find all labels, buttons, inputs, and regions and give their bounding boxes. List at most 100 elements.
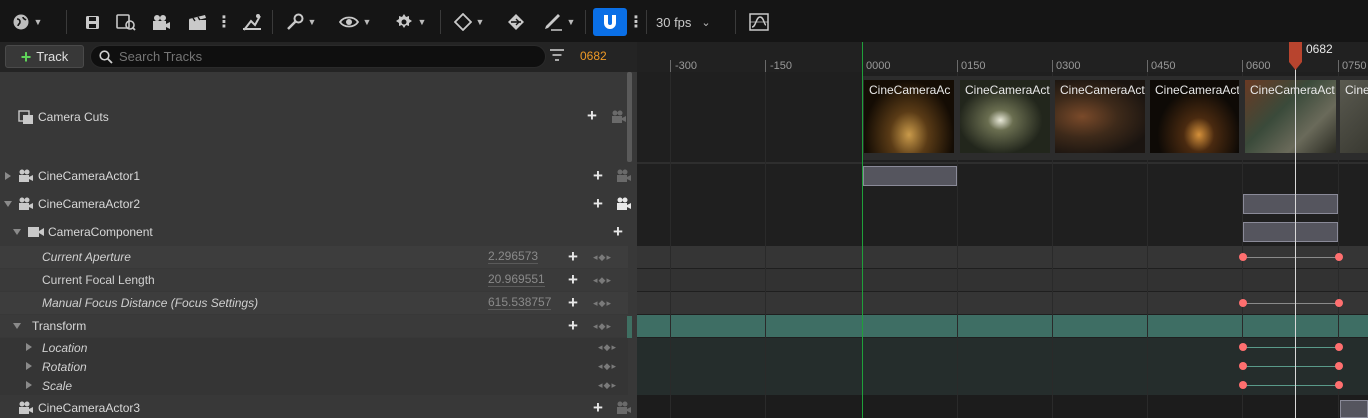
filter-icon[interactable] bbox=[549, 48, 565, 65]
camera-cut-clip[interactable]: CineCameraAc bbox=[864, 80, 954, 153]
focus-label: Manual Focus Distance (Focus Settings) bbox=[42, 296, 259, 310]
collapse-icon[interactable] bbox=[4, 201, 12, 207]
add-actor2-track-button[interactable]: + bbox=[593, 195, 603, 212]
eye-icon[interactable]: ▼ bbox=[337, 9, 373, 35]
key-nav-icon[interactable]: ◂◆▸ bbox=[593, 298, 612, 309]
rotation-row[interactable]: Rotation ◂◆▸ bbox=[0, 357, 628, 376]
wrench-icon[interactable]: ▼ bbox=[283, 9, 319, 35]
add-key-button[interactable]: + bbox=[568, 271, 578, 288]
fps-dropdown[interactable]: 30 fps ⌄ bbox=[656, 9, 718, 35]
keyframe[interactable] bbox=[1335, 362, 1343, 370]
camera-lock-icon[interactable] bbox=[616, 401, 632, 415]
playback-start-marker[interactable] bbox=[862, 42, 863, 418]
search-input[interactable] bbox=[119, 49, 519, 64]
scale-row[interactable]: Scale ◂◆▸ bbox=[0, 376, 628, 395]
actor1-row[interactable]: CineCameraActor1 + bbox=[0, 164, 631, 188]
add-cut-button[interactable]: + bbox=[587, 107, 597, 124]
add-key-button[interactable]: + bbox=[568, 248, 578, 265]
collapse-icon[interactable] bbox=[13, 323, 21, 329]
expand-icon[interactable] bbox=[26, 381, 32, 389]
camera-cut-clip[interactable]: CineCameraAct bbox=[1150, 80, 1239, 153]
key-nav-icon[interactable]: ◂◆▸ bbox=[593, 275, 612, 286]
keyframe[interactable] bbox=[1239, 343, 1247, 351]
focus-value[interactable]: 615.538757 bbox=[488, 296, 552, 310]
expand-icon[interactable] bbox=[26, 343, 32, 351]
add-actor3-track-button[interactable]: + bbox=[593, 399, 603, 416]
render-icon[interactable] bbox=[240, 9, 264, 35]
save-as-icon[interactable] bbox=[114, 9, 138, 35]
keyframe[interactable] bbox=[1335, 299, 1343, 307]
playhead-handle[interactable] bbox=[1289, 42, 1302, 73]
more-icon[interactable]: ⋮ bbox=[216, 9, 232, 35]
focal-row[interactable]: Current Focal Length 20.969551 + ◂◆▸ bbox=[0, 269, 628, 291]
camera-lock-icon[interactable] bbox=[616, 197, 632, 211]
camera-cuts-row[interactable]: Camera Cuts + bbox=[0, 72, 628, 162]
world-icon[interactable]: ▼ bbox=[10, 9, 44, 35]
snap-settings-icon[interactable]: ▼ bbox=[390, 9, 430, 35]
key-nav-icon[interactable]: ◂◆▸ bbox=[598, 380, 617, 391]
camera-icon[interactable] bbox=[150, 9, 172, 35]
camera-cut-clip[interactable]: Cine bbox=[1340, 80, 1368, 153]
camera-cut-clip[interactable]: CineCameraAct bbox=[1055, 80, 1145, 153]
add-component-track-button[interactable]: + bbox=[613, 223, 623, 240]
camera-cuts-label: Camera Cuts bbox=[38, 110, 109, 124]
current-frame-readout[interactable]: 0682 bbox=[580, 49, 607, 63]
auto-key-icon[interactable] bbox=[504, 9, 528, 35]
actor3-section-bar[interactable] bbox=[1340, 400, 1368, 418]
key-curve bbox=[1246, 303, 1338, 304]
collapse-icon[interactable] bbox=[13, 229, 21, 235]
playhead-line[interactable] bbox=[1295, 42, 1296, 418]
keyframe[interactable] bbox=[1239, 381, 1247, 389]
expand-icon[interactable] bbox=[5, 172, 11, 180]
grid-line bbox=[670, 72, 671, 418]
paint-icon[interactable]: ▼ bbox=[540, 9, 578, 35]
key-nav-icon[interactable]: ◂◆▸ bbox=[598, 342, 617, 353]
add-actor1-track-button[interactable]: + bbox=[593, 167, 603, 184]
add-key-button[interactable]: + bbox=[568, 317, 578, 334]
keyframe[interactable] bbox=[1239, 299, 1247, 307]
camera-cut-lock-icon[interactable] bbox=[611, 110, 627, 124]
snap-options-icon[interactable]: ⋮ bbox=[628, 9, 644, 35]
expand-icon[interactable] bbox=[26, 362, 32, 370]
key-icon[interactable]: ▼ bbox=[450, 9, 488, 35]
camera-component-row[interactable]: CameraComponent + bbox=[0, 220, 628, 244]
actor3-row[interactable]: CineCameraActor3 + bbox=[0, 397, 631, 418]
curve-editor-icon[interactable] bbox=[748, 9, 770, 35]
magnet-icon[interactable] bbox=[593, 8, 627, 36]
focal-lane bbox=[637, 269, 1368, 291]
actor2-section-bar[interactable] bbox=[1243, 194, 1338, 214]
camera-cut-clip[interactable]: CineCameraAct bbox=[960, 80, 1050, 153]
key-curve bbox=[1246, 366, 1338, 367]
keyframe[interactable] bbox=[1239, 253, 1247, 261]
actor1-section-bar[interactable] bbox=[863, 166, 957, 186]
aperture-row[interactable]: Current Aperture 2.296573 + ◂◆▸ bbox=[0, 246, 628, 268]
camera-lock-icon[interactable] bbox=[616, 169, 632, 183]
component-section-bar[interactable] bbox=[1243, 222, 1338, 242]
aperture-value[interactable]: 2.296573 bbox=[488, 250, 539, 264]
location-row[interactable]: Location ◂◆▸ bbox=[0, 338, 628, 357]
camera-cut-clip[interactable]: CineCameraAct bbox=[1245, 80, 1336, 153]
ruler-tick bbox=[1052, 60, 1053, 72]
rotation-label: Rotation bbox=[42, 360, 87, 374]
search-box[interactable] bbox=[90, 45, 546, 68]
clapper-icon[interactable] bbox=[186, 9, 208, 35]
key-nav-icon[interactable]: ◂◆▸ bbox=[593, 252, 612, 263]
keyframe[interactable] bbox=[1335, 381, 1343, 389]
transform-row[interactable]: Transform + ◂◆▸ bbox=[0, 315, 628, 337]
add-key-button[interactable]: + bbox=[568, 294, 578, 311]
actor2-row[interactable]: CineCameraActor2 + bbox=[0, 192, 631, 216]
key-nav-icon[interactable]: ◂◆▸ bbox=[598, 361, 617, 372]
outliner-scrollbar[interactable] bbox=[627, 72, 632, 162]
focus-row[interactable]: Manual Focus Distance (Focus Settings) 6… bbox=[0, 292, 628, 314]
add-track-button[interactable]: + Track bbox=[5, 45, 84, 68]
keyframe[interactable] bbox=[1239, 362, 1247, 370]
keyframe[interactable] bbox=[1335, 253, 1343, 261]
keyframe[interactable] bbox=[1335, 343, 1343, 351]
clip-label: CineCameraAct bbox=[965, 83, 1050, 97]
key-nav-icon[interactable]: ◂◆▸ bbox=[593, 321, 612, 332]
save-icon[interactable] bbox=[82, 9, 102, 35]
ruler-tick bbox=[1338, 60, 1339, 72]
tick-label: -150 bbox=[770, 60, 793, 72]
focal-value[interactable]: 20.969551 bbox=[488, 273, 545, 287]
camera-actor-icon bbox=[19, 401, 33, 414]
